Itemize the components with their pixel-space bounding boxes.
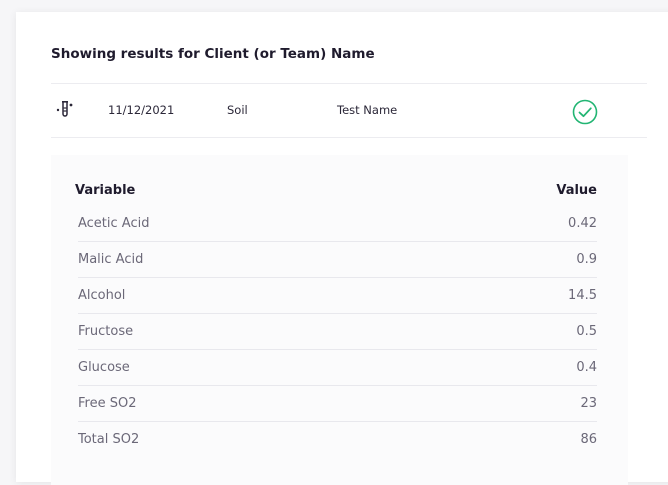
table-row: Alcohol 14.5 [78, 278, 597, 314]
page-title: Showing results for Client (or Team) Nam… [51, 46, 375, 62]
value-cell: 0.9 [576, 252, 597, 267]
table-row: Acetic Acid 0.42 [78, 206, 597, 242]
column-header-value: Value [556, 183, 597, 198]
variable-cell: Fructose [78, 324, 134, 339]
table-row: Free SO2 23 [78, 386, 597, 422]
variable-cell: Alcohol [78, 288, 126, 303]
result-row[interactable]: 11/12/2021 Soil Test Name [51, 83, 647, 138]
value-cell: 23 [580, 396, 597, 411]
variable-cell: Total SO2 [78, 432, 140, 447]
variable-cell: Glucose [78, 360, 130, 375]
table-row: Glucose 0.4 [78, 350, 597, 386]
result-date: 11/12/2021 [108, 103, 175, 117]
results-card: Showing results for Client (or Team) Nam… [16, 12, 668, 485]
table-row: Fructose 0.5 [78, 314, 597, 350]
value-cell: 0.5 [576, 324, 597, 339]
value-cell: 0.4 [576, 360, 597, 375]
column-header-variable: Variable [75, 183, 136, 198]
value-cell: 86 [580, 432, 597, 447]
value-cell: 14.5 [568, 288, 597, 303]
table-row: Malic Acid 0.9 [78, 242, 597, 278]
variable-cell: Malic Acid [78, 252, 144, 267]
variable-cell: Free SO2 [78, 396, 137, 411]
result-type: Soil [227, 103, 248, 117]
table-row: Total SO2 86 [78, 422, 597, 457]
test-tube-icon [55, 99, 75, 121]
variable-cell: Acetic Acid [78, 216, 150, 231]
result-name: Test Name [337, 103, 398, 117]
value-cell: 0.42 [568, 216, 597, 231]
table-body: Acetic Acid 0.42 Malic Acid 0.9 Alcohol … [78, 206, 597, 457]
results-table: Variable Value Acetic Acid 0.42 Malic Ac… [51, 155, 628, 485]
check-circle-icon [572, 99, 598, 125]
